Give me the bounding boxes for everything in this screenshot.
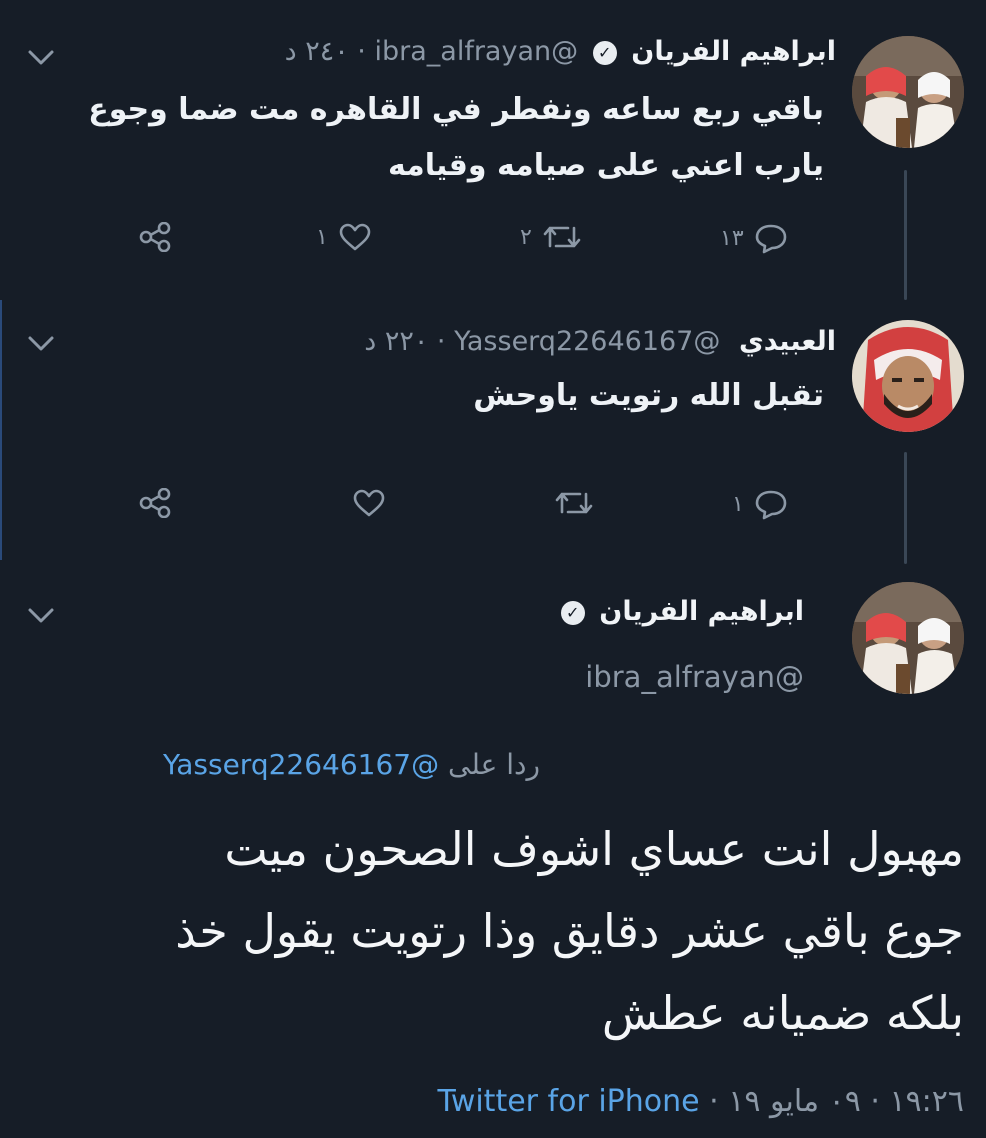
like-count: ١ bbox=[316, 224, 328, 250]
tweet-footer: ١٩:٢٦ · ٠٩ مايو ١٩ · Twitter for iPhone bbox=[437, 1084, 964, 1119]
tweet-text-line: جوع باقي عشر دقايق وذا رتويت يقول خذ bbox=[175, 904, 964, 958]
like-icon bbox=[353, 489, 385, 517]
chevron-down-icon[interactable] bbox=[22, 42, 60, 72]
tweet-text-line: بلكه ضميانه عطش bbox=[601, 986, 964, 1040]
focus-indicator bbox=[0, 300, 2, 560]
tweet-timestamp[interactable]: ١٩:٢٦ · ٠٩ مايو ١٩ · bbox=[709, 1084, 964, 1119]
reply-count: ١ bbox=[732, 491, 744, 517]
share-icon bbox=[139, 222, 171, 252]
thread-line bbox=[904, 170, 907, 300]
share-icon bbox=[139, 488, 171, 518]
reply-icon bbox=[755, 490, 787, 520]
reply-icon bbox=[755, 224, 786, 254]
chevron-down-icon[interactable] bbox=[22, 328, 60, 358]
share-button[interactable] bbox=[138, 488, 172, 518]
reply-mention-link[interactable]: @Yasserq22646167 bbox=[163, 748, 439, 781]
retweet-button[interactable] bbox=[554, 488, 594, 518]
chevron-down-icon[interactable] bbox=[22, 600, 60, 630]
share-button[interactable] bbox=[138, 222, 172, 252]
tweet-source-link[interactable]: Twitter for iPhone bbox=[437, 1084, 699, 1119]
tweet-text: تقبل الله رتويت ياوحش bbox=[473, 378, 824, 413]
tweet-time[interactable]: · ٢٤٠ د bbox=[285, 36, 366, 67]
tweet-text: مهبول انت عساي اشوف الصحون ميت جوع باقي … bbox=[175, 808, 964, 1054]
like-icon bbox=[339, 223, 371, 251]
avatar[interactable] bbox=[852, 320, 964, 432]
reply-prefix: ردا على bbox=[448, 748, 540, 781]
tweet-text-line: مهبول انت عساي اشوف الصحون ميت bbox=[224, 822, 964, 876]
like-button[interactable]: ١ bbox=[316, 222, 372, 252]
user-handle[interactable]: @ibra_alfrayan bbox=[374, 36, 578, 67]
verified-badge-icon: ✓ bbox=[560, 600, 585, 625]
retweet-icon bbox=[543, 226, 581, 248]
retweet-count: ٢ bbox=[520, 224, 532, 250]
user-handle[interactable]: @Yasserq22646167 bbox=[454, 326, 720, 357]
replying-to: ردا على @Yasserq22646167 bbox=[163, 748, 540, 781]
thread-line bbox=[904, 452, 907, 564]
display-name[interactable]: ابراهيم الفريان bbox=[599, 596, 804, 627]
retweet-button[interactable]: ٢ bbox=[520, 222, 582, 252]
tweet-header: ابراهيم الفريان ✓ @ibra_alfrayan · ٢٤٠ د bbox=[285, 36, 836, 67]
reply-button[interactable]: ١ bbox=[732, 488, 788, 520]
like-button[interactable] bbox=[352, 488, 386, 518]
display-name[interactable]: العبيدي bbox=[739, 326, 836, 357]
user-handle[interactable]: @ibra_alfrayan bbox=[585, 660, 804, 694]
tweet-text: باقي ربع ساعه ونفطر في القاهره مت ضما وج… bbox=[88, 82, 824, 194]
tweet-header: ابراهيم الفريان ✓ bbox=[555, 596, 804, 627]
display-name[interactable]: ابراهيم الفريان bbox=[631, 36, 836, 67]
reply-count: ١٣ bbox=[720, 225, 744, 251]
retweet-icon bbox=[555, 492, 593, 514]
verified-badge-icon: ✓ bbox=[592, 40, 617, 65]
avatar[interactable] bbox=[852, 36, 964, 148]
tweet-time[interactable]: · ٢٢٠ د bbox=[364, 326, 445, 357]
avatar[interactable] bbox=[852, 582, 964, 694]
tweet-text-line: يارب اعني على صيامه وقيامه bbox=[387, 148, 824, 183]
reply-button[interactable]: ١٣ bbox=[720, 222, 788, 254]
tweet-text-line: باقي ربع ساعه ونفطر في القاهره مت ضما وج… bbox=[88, 92, 824, 127]
tweet-header: العبيدي @Yasserq22646167 · ٢٢٠ د bbox=[364, 326, 836, 357]
